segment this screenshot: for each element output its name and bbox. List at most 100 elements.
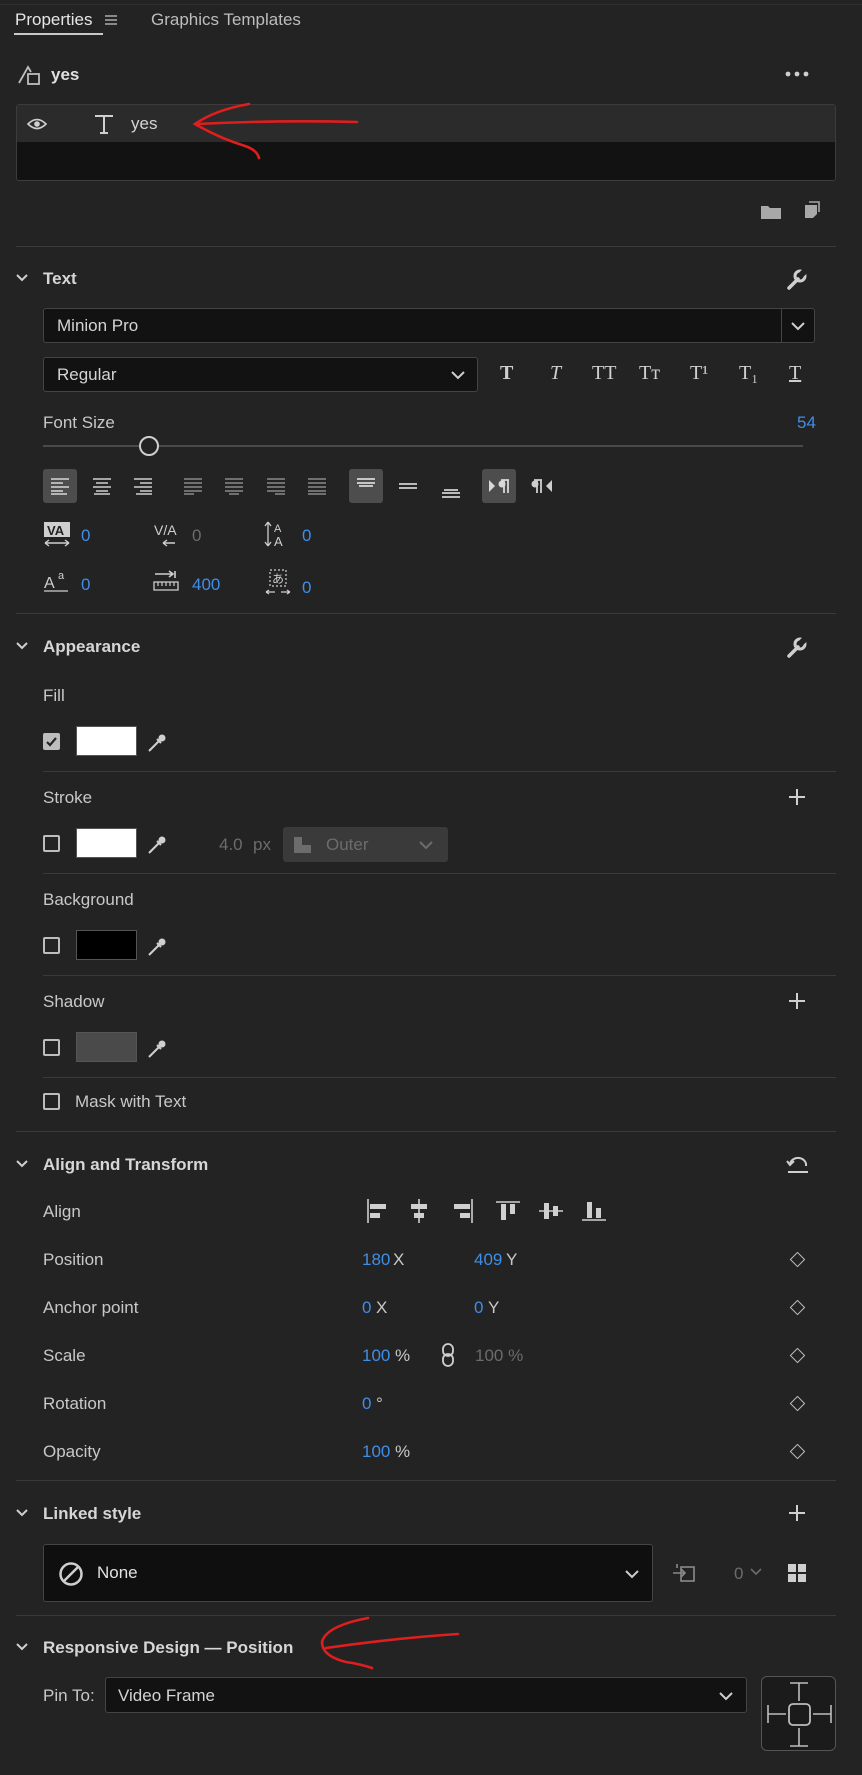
- keyframe-diamond-icon[interactable]: [789, 1395, 806, 1412]
- folder-icon[interactable]: [759, 200, 783, 222]
- font-size-slider-handle[interactable]: [139, 436, 160, 456]
- position-y-value[interactable]: 409: [474, 1250, 502, 1270]
- chevron-down-icon[interactable]: [16, 1641, 28, 1653]
- align-left-edges-icon[interactable]: [363, 1196, 391, 1226]
- new-layer-icon[interactable]: [800, 199, 822, 221]
- more-options-icon[interactable]: [782, 64, 812, 84]
- scale-label: Scale: [43, 1346, 86, 1365]
- eyedropper-icon[interactable]: [144, 934, 170, 960]
- wrench-icon[interactable]: [784, 635, 808, 659]
- linked-style-count[interactable]: 0: [734, 1564, 743, 1584]
- align-bottom-button[interactable]: [434, 472, 468, 506]
- keyframe-diamond-icon[interactable]: [789, 1251, 806, 1268]
- keyframe-diamond-icon[interactable]: [789, 1443, 806, 1460]
- align-center-button[interactable]: [85, 469, 119, 503]
- fill-color-swatch[interactable]: [76, 726, 137, 756]
- panel-menu-icon[interactable]: [103, 12, 119, 28]
- underline-button[interactable]: T: [789, 362, 801, 385]
- align-bottom-edges-icon[interactable]: [580, 1196, 608, 1226]
- text-section-title[interactable]: Text: [43, 269, 77, 289]
- keyframe-diamond-icon[interactable]: [789, 1299, 806, 1316]
- rtl-direction-button[interactable]: [525, 469, 559, 503]
- chevron-down-icon: [451, 371, 465, 380]
- pin-edges-widget[interactable]: [761, 1676, 836, 1751]
- scale-height-value[interactable]: 100 %: [475, 1346, 523, 1366]
- scale-value[interactable]: 100: [362, 1346, 390, 1366]
- plus-icon[interactable]: [786, 786, 808, 808]
- eyedropper-icon[interactable]: [144, 832, 170, 858]
- small-caps-button[interactable]: Tт: [639, 362, 660, 385]
- stroke-width-value[interactable]: 4.0: [219, 835, 243, 855]
- linked-style-dropdown[interactable]: None: [43, 1544, 653, 1602]
- font-style-dropdown[interactable]: Regular: [43, 357, 478, 392]
- shadow-checkbox[interactable]: [43, 1039, 60, 1056]
- position-x-value[interactable]: 180: [362, 1250, 390, 1270]
- align-left-button[interactable]: [43, 469, 77, 503]
- align-top-button[interactable]: [349, 469, 383, 503]
- eyedropper-icon[interactable]: [144, 1036, 170, 1062]
- appearance-section-title[interactable]: Appearance: [43, 637, 140, 657]
- fill-checkbox[interactable]: [43, 733, 60, 750]
- anchor-x-value[interactable]: 0: [362, 1298, 371, 1318]
- all-caps-button[interactable]: TT: [592, 362, 616, 385]
- keyframe-diamond-icon[interactable]: [789, 1347, 806, 1364]
- shadow-color-swatch[interactable]: [76, 1032, 137, 1062]
- justify-all-button[interactable]: [300, 469, 334, 503]
- font-family-dropdown[interactable]: Minion Pro: [43, 308, 815, 343]
- opacity-value[interactable]: 100: [362, 1442, 390, 1462]
- link-icon[interactable]: [438, 1341, 458, 1369]
- align-vertical-centers-icon[interactable]: [537, 1196, 565, 1226]
- stroke-color-swatch[interactable]: [76, 828, 137, 858]
- wrench-icon[interactable]: [784, 267, 808, 291]
- justify-right-button[interactable]: [259, 469, 293, 503]
- chevron-down-icon[interactable]: [750, 1567, 762, 1577]
- sync-style-icon[interactable]: [671, 1560, 697, 1586]
- faux-italic-button[interactable]: T: [550, 362, 561, 385]
- faux-bold-button[interactable]: T: [500, 362, 513, 385]
- subscript-button[interactable]: T₁: [739, 362, 758, 385]
- anchor-point-label: Anchor point: [43, 1298, 139, 1317]
- responsive-design-section-title[interactable]: Responsive Design — Position: [43, 1638, 293, 1658]
- kerning-value[interactable]: 0: [81, 526, 90, 546]
- reset-icon[interactable]: [785, 1153, 811, 1177]
- chevron-down-icon[interactable]: [16, 272, 28, 284]
- align-top-edges-icon[interactable]: [494, 1196, 522, 1226]
- tab-properties[interactable]: Properties: [15, 10, 92, 30]
- eyedropper-icon[interactable]: [144, 730, 170, 756]
- stroke-type-dropdown[interactable]: Outer: [283, 827, 448, 862]
- divider: [16, 246, 836, 247]
- grid-icon[interactable]: [786, 1562, 808, 1584]
- justify-center-button[interactable]: [217, 469, 251, 503]
- tracking-value[interactable]: 0: [192, 526, 201, 546]
- align-right-button[interactable]: [126, 469, 160, 503]
- align-middle-button[interactable]: [391, 469, 425, 503]
- background-checkbox[interactable]: [43, 937, 60, 954]
- leading-value[interactable]: 0: [302, 526, 311, 546]
- ltr-direction-button[interactable]: [482, 469, 516, 503]
- stroke-checkbox[interactable]: [43, 835, 60, 852]
- tab-graphics-templates[interactable]: Graphics Templates: [151, 10, 301, 30]
- plus-icon[interactable]: [786, 990, 808, 1012]
- eye-visibility-icon[interactable]: [27, 114, 47, 134]
- superscript-button[interactable]: T¹: [690, 362, 708, 385]
- align-horizontal-centers-icon[interactable]: [405, 1196, 433, 1226]
- anchor-y-value[interactable]: 0: [474, 1298, 483, 1318]
- baseline-shift-value[interactable]: 0: [81, 575, 90, 595]
- justify-left-button[interactable]: [176, 469, 210, 503]
- plus-icon[interactable]: [786, 1502, 808, 1524]
- align-right-edges-icon[interactable]: [449, 1196, 477, 1226]
- rotation-value[interactable]: 0: [362, 1394, 371, 1414]
- font-size-value[interactable]: 54: [797, 413, 816, 433]
- tab-width-value[interactable]: 400: [192, 575, 220, 595]
- chevron-down-icon: [719, 1692, 733, 1701]
- pin-to-dropdown[interactable]: Video Frame: [105, 1677, 747, 1713]
- background-color-swatch[interactable]: [76, 930, 137, 960]
- align-transform-section-title[interactable]: Align and Transform: [43, 1155, 208, 1175]
- tsume-value[interactable]: 0: [302, 578, 311, 598]
- layer-row[interactable]: yes: [17, 105, 835, 142]
- chevron-down-icon[interactable]: [16, 1507, 28, 1519]
- chevron-down-icon[interactable]: [16, 1158, 28, 1170]
- mask-with-text-checkbox[interactable]: [43, 1093, 60, 1110]
- chevron-down-icon[interactable]: [16, 640, 28, 652]
- linked-style-section-title[interactable]: Linked style: [43, 1504, 141, 1524]
